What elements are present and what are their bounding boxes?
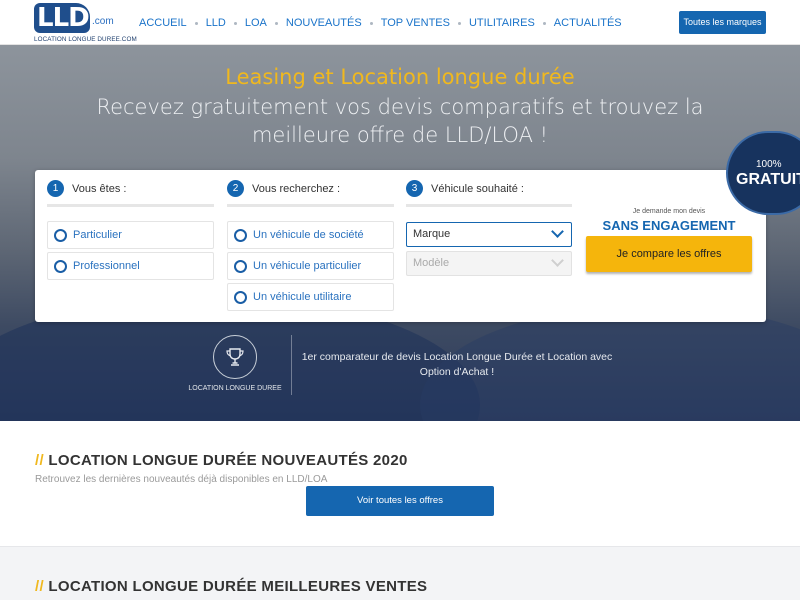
hero-subtitle: Recevez gratuitement vos devis comparati… xyxy=(96,95,704,147)
hero-title: Leasing et Location longue durée xyxy=(225,65,575,89)
menu-separator xyxy=(233,21,237,25)
trophy-icon xyxy=(213,335,257,379)
title-text: LOCATION LONGUE DURÉE MEILLEURES VENTES xyxy=(48,578,428,595)
model-select[interactable]: Modèle xyxy=(406,251,572,276)
brand-select-value: Marque xyxy=(413,228,451,240)
logo-tagline: LOCATION LONGUE DUREE.COM xyxy=(34,36,137,43)
step-number: 1 xyxy=(47,180,64,197)
title-slashes: // xyxy=(35,578,44,595)
radio-circle-icon xyxy=(234,228,247,242)
step-2-header: 2 Vous recherchez : xyxy=(227,180,340,197)
menu-item-top-ventes[interactable]: TOP VENTES xyxy=(381,17,450,29)
vertical-divider xyxy=(291,335,292,395)
menu-item-actualites[interactable]: ACTUALITÉS xyxy=(554,17,622,29)
menu-item-loa[interactable]: LOA xyxy=(245,17,267,29)
chevron-down-icon xyxy=(551,254,564,267)
radio-professionnel[interactable]: Professionnel xyxy=(47,252,214,280)
badge-free-label: GRATUIT xyxy=(736,171,800,188)
see-all-offers-button[interactable]: Voir toutes les offres xyxy=(306,486,494,516)
model-select-value: Modèle xyxy=(413,257,450,269)
radio-circle-icon xyxy=(54,228,67,242)
logo-dotcom: .com xyxy=(92,16,114,27)
radio-circle-icon xyxy=(54,259,67,273)
step-divider xyxy=(227,204,394,207)
badge-percent: 100% xyxy=(756,159,782,170)
brand-select[interactable]: Marque xyxy=(406,222,572,247)
all-brands-button[interactable]: Toutes les marques xyxy=(679,11,766,34)
step-number: 2 xyxy=(227,180,244,197)
menu-separator xyxy=(274,21,278,25)
hero-note: 1er comparateur de devis Location Longue… xyxy=(301,351,613,378)
menu-item-utilitaires[interactable]: UTILITAIRES xyxy=(469,17,535,29)
step-3-header: 3 Véhicule souhaité : xyxy=(406,180,524,197)
cta-preline: Je demande mon devis xyxy=(632,208,706,215)
step-divider xyxy=(406,204,572,207)
site-logo[interactable]: LLD .com LOCATION LONGUE DUREE.COM xyxy=(34,3,137,43)
option-label: Un véhicule particulier xyxy=(253,260,362,272)
title-text: LOCATION LONGUE DURÉE NOUVEAUTÉS 2020 xyxy=(48,452,408,469)
radio-circle-icon xyxy=(234,290,247,304)
option-label: Un véhicule utilitaire xyxy=(253,291,352,303)
section-title-nouveautes: // LOCATION LONGUE DURÉE NOUVEAUTÉS 2020 xyxy=(35,452,408,469)
step-label: Vous êtes : xyxy=(72,182,127,195)
radio-particulier[interactable]: Particulier xyxy=(47,221,214,249)
main-menu: ACCUEIL LLD LOA NOUVEAUTÉS TOP VENTES UT… xyxy=(139,17,622,29)
menu-item-lld[interactable]: LLD xyxy=(206,17,226,29)
option-label: Un véhicule de société xyxy=(253,229,364,241)
step-label: Vous recherchez : xyxy=(252,182,341,195)
title-slashes: // xyxy=(35,452,44,469)
option-label: Particulier xyxy=(73,229,122,241)
option-label: Professionnel xyxy=(73,260,140,272)
cta-no-commitment: SANS ENGAGEMENT xyxy=(602,218,736,233)
step-divider xyxy=(47,204,214,207)
section-subtitle: Retrouvez les dernières nouveautés déjà … xyxy=(35,474,328,485)
radio-circle-icon xyxy=(234,259,247,273)
step-1-header: 1 Vous êtes : xyxy=(47,180,126,197)
chevron-down-icon xyxy=(551,225,564,238)
radio-vehicule-particulier[interactable]: Un véhicule particulier xyxy=(227,252,394,280)
section-title-meilleures-ventes: // LOCATION LONGUE DURÉE MEILLEURES VENT… xyxy=(35,578,427,595)
menu-separator xyxy=(194,21,198,25)
radio-vehicule-societe[interactable]: Un véhicule de société xyxy=(227,221,394,249)
top-navbar: LLD .com LOCATION LONGUE DUREE.COM ACCUE… xyxy=(0,0,800,45)
radio-vehicule-utilitaire[interactable]: Un véhicule utilitaire xyxy=(227,283,394,311)
free-badge: 100% GRATUIT xyxy=(726,131,800,215)
menu-separator xyxy=(369,21,373,25)
trophy-label: LOCATION LONGUE DUREE xyxy=(188,385,282,392)
menu-item-nouveautes[interactable]: NOUVEAUTÉS xyxy=(286,17,362,29)
compare-offers-button[interactable]: Je compare les offres xyxy=(586,236,752,272)
step-number: 3 xyxy=(406,180,423,197)
logo-mark: LLD xyxy=(34,3,90,33)
step-label: Véhicule souhaité : xyxy=(431,182,524,195)
menu-separator xyxy=(542,21,546,25)
menu-item-accueil[interactable]: ACCUEIL xyxy=(139,17,187,29)
menu-separator xyxy=(457,21,461,25)
